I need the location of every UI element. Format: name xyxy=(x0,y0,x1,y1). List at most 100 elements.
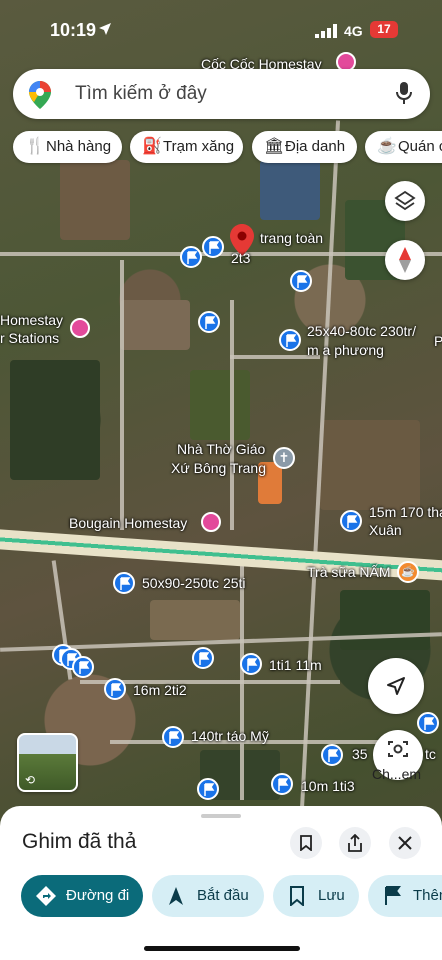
lodging-label: Bougain Homestay xyxy=(69,515,188,531)
flag-pin-icon[interactable] xyxy=(340,510,362,532)
category-chips: 🍴 Nhà hàng ⛽ Trạm xăng 🏛 Địa danh ☕ Quán… xyxy=(13,131,442,165)
clock: 10:19 xyxy=(50,20,97,40)
listing-label: 25x40-80tc 230tr/ xyxy=(307,323,416,339)
flag-pin-icon[interactable] xyxy=(321,744,343,766)
field-patch xyxy=(190,370,250,440)
flag-pin-icon[interactable] xyxy=(197,778,219,800)
chip-restaurants[interactable]: 🍴 Nhà hàng xyxy=(13,131,122,163)
flag-pin-icon[interactable] xyxy=(240,653,262,675)
flag-pin-icon[interactable] xyxy=(162,726,184,748)
chip-landmarks[interactable]: 🏛 Địa danh xyxy=(252,131,357,163)
bottom-sheet[interactable]: Ghim đã thả Đường đi Bắt đầu Lưu Thêm xyxy=(0,806,442,960)
flag-pin-icon[interactable] xyxy=(290,270,312,292)
listing-label: 16m 2ti2 xyxy=(133,682,187,698)
maps-logo-icon xyxy=(29,81,51,114)
road xyxy=(120,260,124,530)
flag-pin-icon[interactable] xyxy=(417,712,439,734)
field-patch xyxy=(10,360,100,480)
coffee-icon: ☕ xyxy=(377,138,397,155)
bookmark-icon xyxy=(290,886,304,906)
chip-gas[interactable]: ⛽ Trạm xăng xyxy=(130,131,243,163)
flag-pin-icon[interactable] xyxy=(198,311,220,333)
flag-pin-icon[interactable] xyxy=(72,656,94,678)
chip-cafes[interactable]: ☕ Quán c xyxy=(365,131,442,163)
field-patch xyxy=(150,600,240,640)
flag-pin-icon[interactable] xyxy=(279,329,301,351)
field-patch xyxy=(340,590,430,650)
church-label: Xứ Bông Trang xyxy=(171,460,266,476)
listing-label: 1ti1 11m xyxy=(269,657,322,673)
church-icon[interactable]: ✝ xyxy=(273,447,295,469)
lodging-label: r Stations xyxy=(0,330,60,346)
more-button[interactable]: Thêm xyxy=(368,875,442,917)
landmark-icon: 🏛 xyxy=(264,138,285,155)
share-icon xyxy=(348,834,362,852)
search-input[interactable]: Tìm kiếm ở đây xyxy=(75,83,207,105)
battery-icon: 17 xyxy=(370,21,398,38)
directions-button[interactable]: Đường đi xyxy=(21,875,143,917)
compass-button[interactable] xyxy=(385,240,425,280)
street-view-thumbnail[interactable]: ⟲ xyxy=(17,733,78,792)
fork-knife-icon: 🍴 xyxy=(25,138,45,155)
battery-level: 17 xyxy=(377,22,391,36)
rotate-360-icon: ⟲ xyxy=(25,773,36,787)
location-arrow-icon xyxy=(98,22,112,41)
microphone-icon[interactable] xyxy=(396,81,412,110)
flag-pin-icon[interactable] xyxy=(180,246,202,268)
field-patch xyxy=(120,300,190,350)
save-bookmark-button[interactable] xyxy=(290,827,322,859)
flag-pin-icon[interactable] xyxy=(202,236,224,258)
road xyxy=(230,300,234,530)
field-patch xyxy=(260,160,320,220)
lens-camera-icon xyxy=(388,741,408,757)
flag-pin-icon[interactable] xyxy=(192,647,214,669)
chip-label: Nhà hàng xyxy=(46,138,112,155)
listing-label: 35 xyxy=(352,746,368,762)
action-label: Đường đi xyxy=(66,887,130,904)
bookmark-icon xyxy=(300,835,312,851)
close-icon xyxy=(398,836,412,850)
road xyxy=(240,560,244,800)
lodging-label: Homestay xyxy=(0,312,64,328)
flag-pin-icon[interactable] xyxy=(113,572,135,594)
chip-label: Trạm xăng xyxy=(163,138,235,155)
layers-button[interactable] xyxy=(385,181,425,221)
directions-icon xyxy=(36,886,56,906)
field-patch xyxy=(320,420,420,510)
chip-label: Quán c xyxy=(398,138,442,155)
save-button[interactable]: Lưu xyxy=(273,875,359,917)
lodging-icon[interactable] xyxy=(70,318,90,338)
lodging-icon[interactable] xyxy=(201,512,221,532)
church-label: Nhà Thờ Giáo xyxy=(177,441,266,457)
drag-handle[interactable] xyxy=(201,814,241,818)
search-bar[interactable]: Tìm kiếm ở đây xyxy=(13,69,430,119)
layers-icon xyxy=(394,190,416,211)
pin-label: trang toàn xyxy=(260,230,324,246)
compass-icon xyxy=(399,247,411,273)
listing-label: 10m 1ti3 xyxy=(301,778,355,794)
listing-label: m a phương xyxy=(307,342,384,358)
flag-pin-icon[interactable] xyxy=(271,773,293,795)
home-indicator[interactable] xyxy=(144,946,300,951)
navigation-arrow-icon xyxy=(387,677,405,695)
listing-label: 15m 170 tha xyxy=(369,504,442,520)
signal-icon xyxy=(315,24,339,41)
gas-station-icon: ⛽ xyxy=(142,138,162,155)
close-button[interactable] xyxy=(389,827,421,859)
flag-pin-icon[interactable] xyxy=(104,678,126,700)
listing-label: P xyxy=(434,333,442,349)
sheet-title: Ghim đã thả xyxy=(22,830,137,853)
chip-label: Địa danh xyxy=(285,138,346,155)
cafe-icon[interactable]: ☕ xyxy=(397,561,419,583)
action-label: Bắt đầu xyxy=(197,887,249,904)
action-label: Thêm xyxy=(413,887,442,904)
action-label: Lưu xyxy=(318,887,345,904)
field-patch xyxy=(60,160,130,240)
listing-label: tc xyxy=(425,746,436,762)
camera-label: Ch...em xyxy=(372,766,422,782)
share-button[interactable] xyxy=(339,827,371,859)
flag-icon xyxy=(385,886,401,905)
my-location-button[interactable] xyxy=(368,658,424,714)
start-button[interactable]: Bắt đầu xyxy=(152,875,264,917)
listing-label: 50x90-250tc 25ti xyxy=(142,575,246,591)
